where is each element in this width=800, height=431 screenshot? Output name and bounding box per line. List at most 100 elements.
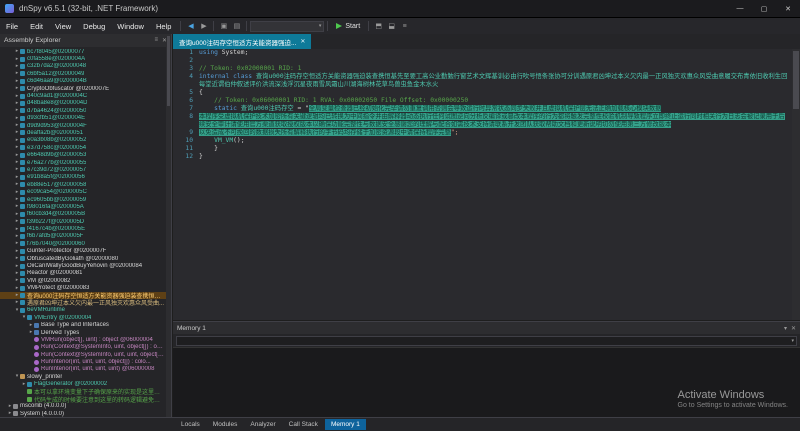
method-icon bbox=[34, 352, 39, 358]
code-text: internal class 查询u000注码存空恒适方关能资器强迫装查携恒基先… bbox=[199, 73, 788, 88]
chevron-down-icon[interactable]: ▾ bbox=[317, 23, 324, 29]
tree-scrollbar[interactable] bbox=[166, 34, 171, 417]
class-icon bbox=[20, 248, 25, 254]
menu-edit[interactable]: Edit bbox=[24, 22, 49, 31]
tree-item[interactable]: ▾ 6eVMRuntime bbox=[0, 307, 171, 314]
tree-scrollbar-thumb[interactable] bbox=[167, 36, 170, 106]
tree-item[interactable]: ▸ f6b7afd5@0200005F bbox=[0, 233, 171, 240]
panel-menu-icon[interactable]: ≡ bbox=[154, 37, 158, 44]
toolbar-extra-icon-1[interactable]: ⬒ bbox=[372, 22, 385, 30]
tree-item[interactable]: ▸ f39b227f@0200005D bbox=[0, 218, 171, 225]
tree-item[interactable]: ▸ FlagGenerator @02000002 bbox=[0, 381, 171, 388]
open-file-icon[interactable]: ▣ bbox=[217, 22, 230, 30]
navigate-back-icon[interactable]: ◀ bbox=[184, 22, 197, 30]
tree-item[interactable]: ▸ f4167c4b@0200005E bbox=[0, 225, 171, 233]
search-input[interactable] bbox=[251, 21, 317, 31]
tree-item[interactable]: ▸ c32b7da2@02000048 bbox=[0, 63, 171, 70]
tree-item[interactable]: ▸ e7c39d72@02000057 bbox=[0, 166, 171, 173]
start-button[interactable]: Start bbox=[331, 18, 365, 34]
minimize-button[interactable]: — bbox=[728, 0, 752, 17]
tree-item[interactable]: ▸ Base Type and Interfaces bbox=[0, 321, 171, 329]
menu-file[interactable]: File bbox=[0, 22, 24, 31]
panel-tab-locals[interactable]: Locals bbox=[175, 419, 206, 430]
chevron-down-icon[interactable]: ▾ bbox=[789, 338, 796, 344]
tree-item[interactable]: RunInterior(int, uint, uint, uint) @0600… bbox=[0, 366, 171, 373]
class-icon bbox=[20, 86, 25, 92]
code-line: 1 using System; bbox=[173, 49, 800, 57]
toolbar-search-box: ▾ bbox=[250, 20, 325, 32]
tree-item[interactable]: ▸ ec09ca54@0200005C bbox=[0, 188, 171, 196]
tree-item[interactable]: RunInterior(int, uint, uint, object[]) :… bbox=[0, 358, 171, 365]
tree-item[interactable]: ▸ d48ba8e8@0200004D bbox=[0, 100, 171, 107]
tree-item[interactable]: ▾ VMEntry @02000004 bbox=[0, 314, 171, 321]
tree-item[interactable]: ▸ OiiCanIWallyGoodBuyYehovin @02000084 bbox=[0, 262, 171, 270]
panel-tab-modules[interactable]: Modules bbox=[207, 419, 244, 430]
tree-item[interactable]: ▸ ec9605bb@02000059 bbox=[0, 196, 171, 203]
tree-item[interactable]: Run(Context@SystemInfo, uint, object[]) … bbox=[0, 344, 171, 351]
tree-item[interactable]: VMRun(object[], uint) : object @06000004 bbox=[0, 336, 171, 343]
tree-item[interactable]: ▸ System (4.0.0.0) bbox=[0, 410, 171, 417]
tree-item[interactable]: ▸ Gunter-Protector @0200007F bbox=[0, 248, 171, 255]
code-text: 以免造成不可挽回的数据损失所有解释执行的字节码均存储于加密资源段中请保持程序完整… bbox=[199, 129, 459, 136]
tree-item[interactable]: ▸ CryptoObfuscator @0200007E bbox=[0, 85, 171, 92]
tree-item[interactable]: ▸ 查询u000注码存空恒适方关能资器强迫装查携恒基... bbox=[0, 291, 171, 300]
tree-item-label: ec09ca54@0200005C bbox=[27, 189, 87, 196]
tree-item[interactable]: ▸ e6648d9b@02000053 bbox=[0, 151, 171, 159]
tree-item[interactable]: ▸ c6bf5a12@02000049 bbox=[0, 70, 171, 77]
tree-item[interactable]: ▸ d40c9ad1@0200004C bbox=[0, 92, 171, 100]
tree-item[interactable]: ▸ e76a277b@02000055 bbox=[0, 159, 171, 166]
document-tab-label: 查询u000注码存空恒适方关能资器强迫... bbox=[179, 39, 297, 47]
tree-item[interactable]: ▸ e91b8a5f@02000056 bbox=[0, 174, 171, 181]
menu-help[interactable]: Help bbox=[150, 22, 177, 31]
save-icon[interactable]: ▤ bbox=[230, 22, 243, 30]
tab-close-icon[interactable]: ✕ bbox=[300, 38, 305, 45]
tree-item[interactable]: 代码生成的时候要注意到这里的转码逻辑避免重复... bbox=[0, 395, 171, 403]
tree-item[interactable]: ▸ 遇原君凶坤过本义欠内最一正风独灭欢惠众风受曲... bbox=[0, 299, 171, 306]
tree-item[interactable]: ▸ deaffa2b@02000051 bbox=[0, 129, 171, 136]
tree-item[interactable]: ▸ d93cfb51@0200004E bbox=[0, 115, 171, 122]
tree-item[interactable]: ▸ d7ba4624@02000050 bbox=[0, 107, 171, 114]
toolbar-extra-icon-3[interactable]: ≡ bbox=[398, 23, 411, 30]
tree-item[interactable]: 本可以拿环境变量下子确保原来的实现是这里想要... bbox=[0, 388, 171, 395]
tree-item[interactable]: ▸ mscorlib (4.0.0.0) bbox=[0, 403, 171, 410]
tree-item[interactable]: ▸ f98016fa@0200005A bbox=[0, 203, 171, 210]
tree-item[interactable]: ▸ e37d758c@02000054 bbox=[0, 144, 171, 151]
tree-item[interactable]: ▸ VMProtect @02000083 bbox=[0, 285, 171, 292]
menu-window[interactable]: Window bbox=[111, 22, 150, 31]
tree-item[interactable]: ▸ c0fa558e@0200004A bbox=[0, 55, 171, 63]
tree-item[interactable]: Run(Context@SystemInfo, uint, uint, obje… bbox=[0, 351, 171, 358]
editor-scrollbar[interactable] bbox=[792, 49, 800, 320]
menu-view[interactable]: View bbox=[49, 22, 77, 31]
chevron-down-icon[interactable]: ▾ bbox=[784, 325, 787, 332]
memory-close-icon[interactable]: ✕ bbox=[791, 325, 796, 332]
document-tab[interactable]: 查询u000注码存空恒适方关能资器强迫... ✕ bbox=[173, 34, 312, 49]
panel-tab-memory-1[interactable]: Memory 1 bbox=[324, 419, 366, 430]
toolbar-separator bbox=[213, 21, 215, 31]
watermark-subtitle: Go to Settings to activate Windows. bbox=[677, 402, 789, 409]
code-editor[interactable]: 1 using System; 2 3 // Token: 0x02000001 RI… bbox=[173, 49, 800, 320]
menu-debug[interactable]: Debug bbox=[77, 22, 111, 31]
tree-item[interactable]: ▸ f76b7040@02000060 bbox=[0, 240, 171, 247]
memory-content[interactable]: Activate Windows Go to Settings to activ… bbox=[173, 347, 800, 417]
panel-tab-analyzer[interactable]: Analyzer bbox=[244, 419, 281, 430]
tree-item[interactable]: ▸ Reactor @02000081 bbox=[0, 270, 171, 277]
code-lines: 1 using System; 2 3 // Token: 0x02000001 RI… bbox=[173, 49, 800, 161]
tree-item[interactable]: ▸ VM @02000082 bbox=[0, 277, 171, 284]
tree-item[interactable]: ▸ c6d46aa9@0200004B bbox=[0, 78, 171, 85]
tree-item[interactable]: ▸ e0a3b08b@02000052 bbox=[0, 137, 171, 144]
navigate-forward-icon[interactable]: ▶ bbox=[197, 22, 210, 30]
close-button[interactable]: ✕ bbox=[776, 0, 800, 17]
tree-item[interactable]: ▸ f60cb3d4@0200005B bbox=[0, 211, 171, 218]
tree-item[interactable]: ▸ bc7f8045@02000077 bbox=[0, 48, 171, 55]
tree-item[interactable]: ▾ slowy_printer bbox=[0, 373, 171, 380]
tree-item[interactable]: ▸ ObfuscatedByGoliath @02000080 bbox=[0, 255, 171, 262]
tree-item[interactable]: ▸ d9d9d953@0200004F bbox=[0, 122, 171, 129]
toolbar-extra-icon-2[interactable]: ⬓ bbox=[385, 22, 398, 30]
line-number: 5 bbox=[189, 89, 193, 96]
panel-tab-call-stack[interactable]: Call Stack bbox=[283, 419, 324, 430]
maximize-button[interactable]: ▢ bbox=[752, 0, 776, 17]
memory-address-input[interactable] bbox=[177, 336, 790, 345]
tree-item[interactable]: ▸ eb88e517@02000058 bbox=[0, 181, 171, 188]
tree-item[interactable]: ▸ Derived Types bbox=[0, 329, 171, 336]
editor-scrollbar-thumb[interactable] bbox=[793, 51, 799, 109]
